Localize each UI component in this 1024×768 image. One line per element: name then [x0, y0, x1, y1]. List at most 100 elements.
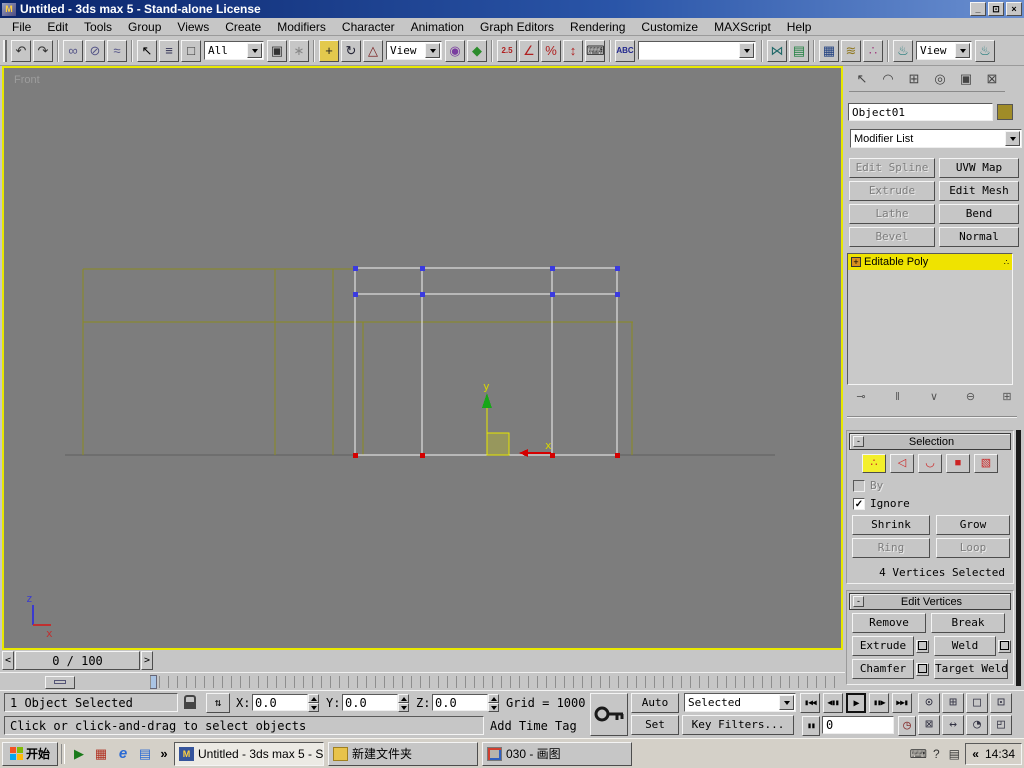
zoom-icon[interactable]: ⊙ — [918, 693, 940, 713]
select-and-link-icon[interactable]: ∞ — [63, 40, 83, 62]
current-frame-field[interactable] — [822, 716, 894, 734]
menu-maxscript[interactable]: MAXScript — [706, 19, 779, 35]
collapse-icon[interactable]: - — [853, 596, 864, 607]
window-layers-icon[interactable]: ▤ — [945, 745, 963, 763]
trackbar-selection-icon[interactable] — [45, 676, 75, 689]
select-by-name-icon[interactable]: ≡ — [159, 40, 179, 62]
menu-help[interactable]: Help — [779, 19, 820, 35]
x-spinner[interactable] — [308, 694, 319, 712]
z-spinner[interactable] — [488, 694, 499, 712]
zoom-extents-all-icon[interactable]: ⊡ — [990, 693, 1012, 713]
menu-tools[interactable]: Tools — [76, 19, 120, 35]
extrude-button-settings-icon[interactable] — [916, 640, 929, 653]
tab-modify[interactable]: ◠ — [875, 68, 901, 92]
weld-button-settings-icon[interactable] — [998, 640, 1011, 653]
y-coordinate-field[interactable] — [342, 694, 398, 711]
internet-explorer-icon[interactable]: e — [113, 744, 133, 764]
transform-type-in-icon[interactable]: ⇅ — [206, 693, 230, 713]
grow-button[interactable]: Grow — [936, 515, 1010, 535]
min-max-toggle-icon[interactable]: ◰ — [990, 715, 1012, 735]
crossing-selection-icon[interactable]: ∗ — [289, 40, 309, 62]
ime-keyboard-icon[interactable]: ⌨ — [909, 745, 927, 763]
extrude-button[interactable]: Extrude — [852, 636, 914, 656]
time-slider-prev[interactable]: < — [2, 651, 14, 670]
tab-motion[interactable]: ◎ — [927, 68, 953, 92]
menu-views[interactable]: Views — [169, 19, 217, 35]
checkbox-box[interactable] — [853, 480, 865, 492]
modifier-preset-extrude[interactable]: Extrude — [849, 181, 935, 201]
chamfer-button-settings-icon[interactable] — [916, 663, 929, 676]
track-bar[interactable] — [0, 672, 845, 690]
weld-button[interactable]: Weld — [934, 636, 996, 656]
toolbar-drag-handle[interactable] — [3, 40, 7, 62]
time-configuration-button[interactable]: ◷ — [898, 716, 916, 736]
tab-utilities[interactable]: ⊠ — [979, 68, 1005, 92]
menu-group[interactable]: Group — [120, 19, 169, 35]
edit-named-selections-icon[interactable]: ABC — [615, 40, 635, 62]
set-keys-button[interactable] — [590, 693, 628, 736]
checkbox-box[interactable]: ✓ — [853, 498, 865, 510]
angle-snap-icon[interactable]: ∠ — [519, 40, 539, 62]
zoom-all-icon[interactable]: ⊞ — [942, 693, 964, 713]
previous-frame-button[interactable]: ◀▮▮ — [823, 693, 843, 713]
layer-manager-icon[interactable]: ▦ — [819, 40, 839, 62]
y-spinner[interactable] — [398, 694, 409, 712]
modifier-preset-edit-spline[interactable]: Edit Spline — [849, 158, 935, 178]
minimize-button[interactable]: _ — [970, 2, 986, 16]
viewport-canvas[interactable]: yxzx — [4, 68, 841, 648]
quick-launch-chevron[interactable]: » — [157, 744, 171, 764]
menu-animation[interactable]: Animation — [403, 19, 472, 35]
percent-snap-icon[interactable]: % — [541, 40, 561, 62]
selection-rollout-header[interactable]: - Selection — [849, 433, 1011, 450]
snap-toggle-icon[interactable]: 2.5 — [497, 40, 517, 62]
key-mode-toggle-button[interactable]: ▮▮ — [802, 716, 820, 736]
menu-edit[interactable]: Edit — [39, 19, 76, 35]
region-zoom-icon[interactable]: ⊠ — [918, 715, 940, 735]
menu-graph-editors[interactable]: Graph Editors — [472, 19, 562, 35]
zoom-extents-icon[interactable]: □ — [966, 693, 988, 713]
mirror-icon[interactable]: ⋈ — [767, 40, 787, 62]
align-icon[interactable]: ▤ — [789, 40, 809, 62]
border-icon[interactable]: ◡ — [918, 454, 942, 473]
remove-button[interactable]: Remove — [852, 613, 926, 633]
render-type-dropdown[interactable]: View — [916, 41, 972, 60]
menu-create[interactable]: Create — [217, 19, 269, 35]
menu-modifiers[interactable]: Modifiers — [269, 19, 334, 35]
select-and-rotate-icon[interactable]: ↻ — [341, 40, 361, 62]
shrink-button[interactable]: Shrink — [852, 515, 930, 535]
modifier-preset-normal[interactable]: Normal — [939, 227, 1019, 247]
menu-customize[interactable]: Customize — [633, 19, 706, 35]
polygon-icon[interactable]: ■ — [946, 454, 970, 473]
tray-collapse-arrow[interactable]: « — [972, 747, 979, 761]
target-weld-button[interactable]: Target Weld — [934, 659, 1008, 679]
edit-vertices-rollout-header[interactable]: - Edit Vertices — [849, 593, 1011, 610]
collapse-icon[interactable]: - — [853, 436, 864, 447]
next-frame-button[interactable]: ▮▮▶ — [869, 693, 889, 713]
select-and-manipulate-icon[interactable]: ◆ — [467, 40, 487, 62]
show-desktop-icon[interactable]: ▤ — [135, 744, 155, 764]
arc-rotate-icon[interactable]: ◔ — [966, 715, 988, 735]
remove-modifier-icon[interactable]: ⊖ — [961, 390, 981, 406]
vertex-icon[interactable]: ∴ — [862, 454, 886, 473]
set-key-button[interactable]: Set Key — [631, 715, 679, 735]
modifier-preset-bevel[interactable]: Bevel — [849, 227, 935, 247]
checkbox-ignore[interactable]: ✓Ignore — [847, 497, 1013, 510]
tab-create[interactable]: ↖ — [849, 68, 875, 92]
image-viewer-icon[interactable]: ▦ — [91, 744, 111, 764]
time-slider-next[interactable]: > — [141, 651, 153, 670]
modifier-preset-uvw-map[interactable]: UVW Map — [939, 158, 1019, 178]
element-icon[interactable]: ▧ — [974, 454, 998, 473]
time-slider-handle[interactable]: 0 / 100 — [15, 651, 140, 670]
close-button[interactable]: × — [1006, 2, 1022, 16]
window-crossing-toggle-icon[interactable]: ▣ — [267, 40, 287, 62]
add-time-tag[interactable]: Add Time Tag — [488, 716, 586, 735]
help-tray-icon[interactable]: ? — [927, 745, 945, 763]
pin-stack-icon[interactable]: ⊸ — [851, 390, 871, 406]
menu-character[interactable]: Character — [334, 19, 403, 35]
quick-render-icon[interactable]: ♨ — [975, 40, 995, 62]
start-button[interactable]: 开始 — [2, 742, 58, 766]
modifier-preset-lathe[interactable]: Lathe — [849, 204, 935, 224]
object-color-swatch[interactable] — [997, 104, 1013, 120]
spinner-snap-icon[interactable]: ↕ — [563, 40, 583, 62]
ring-button[interactable]: Ring — [852, 538, 930, 558]
